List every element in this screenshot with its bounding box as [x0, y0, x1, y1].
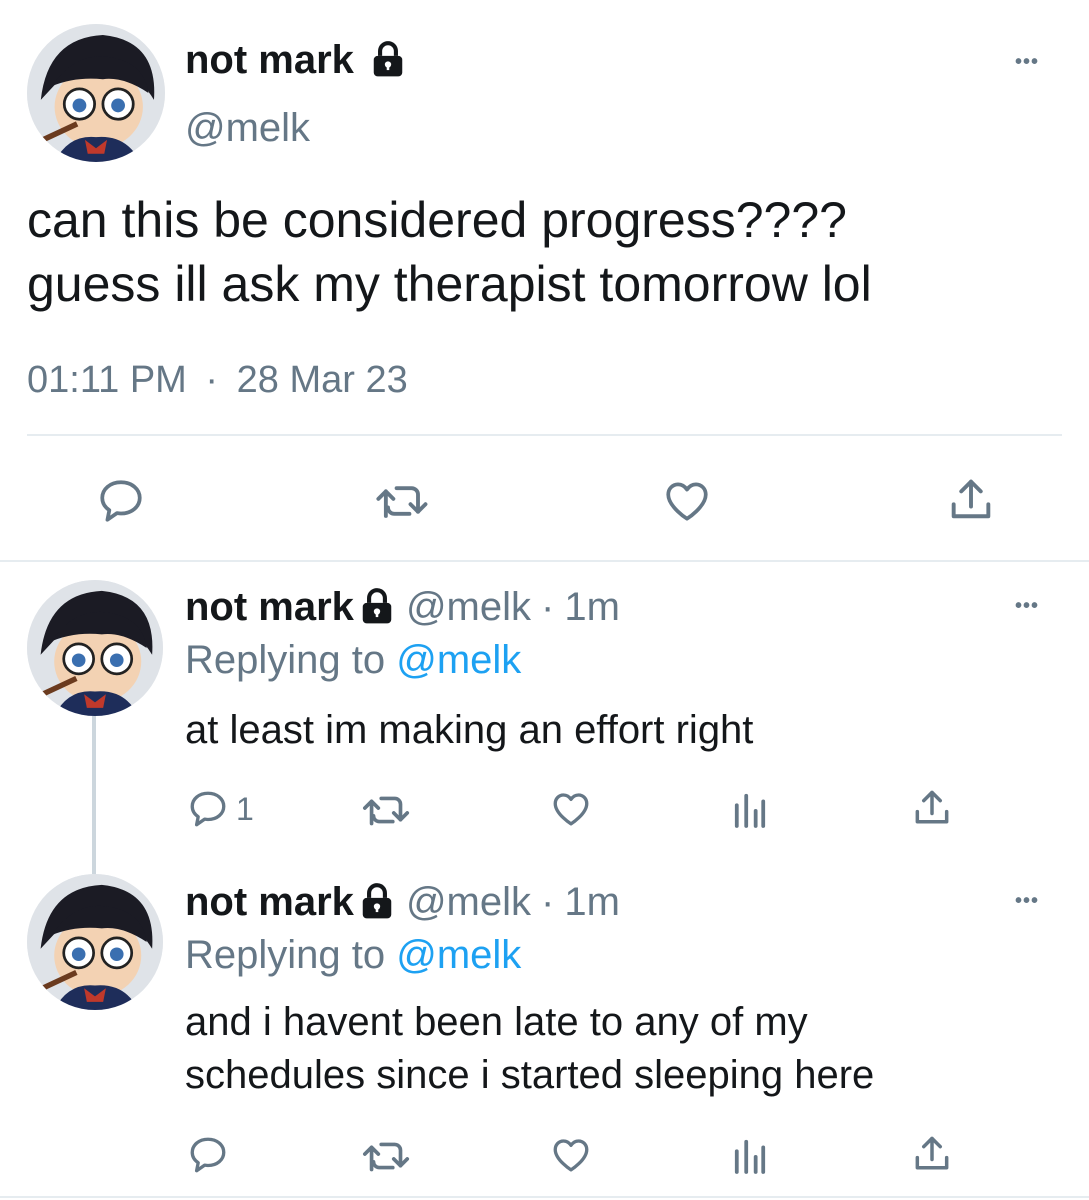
separator: ·	[541, 880, 555, 924]
avatar-image	[27, 580, 163, 716]
retweet-button[interactable]	[373, 478, 433, 524]
reply-header: not mark @melk · 1m	[185, 878, 620, 926]
timestamp[interactable]: 1m	[564, 880, 620, 924]
lock-icon	[362, 588, 392, 624]
retweet-icon	[362, 796, 410, 826]
tweet-text-line: can this be considered progress????	[27, 192, 847, 248]
more-icon[interactable]: •••	[1015, 52, 1039, 72]
share-icon	[951, 479, 991, 519]
reply-text-line: schedules since i started sleeping here	[185, 1053, 875, 1097]
thread-line	[92, 716, 96, 874]
share-button[interactable]	[910, 1132, 954, 1176]
separator: ·	[541, 585, 555, 629]
reply-button[interactable]: 1	[186, 788, 254, 830]
reply-button[interactable]	[95, 476, 147, 526]
handle[interactable]: @melk	[406, 880, 531, 924]
display-name[interactable]: not mark	[185, 36, 407, 84]
display-name-text: not mark	[185, 38, 354, 82]
avatar[interactable]	[27, 874, 163, 1010]
divider	[27, 434, 1062, 436]
reply-text: and i havent been late to any of my sche…	[185, 996, 874, 1102]
like-icon	[553, 1139, 589, 1172]
retweet-button[interactable]	[360, 790, 414, 830]
like-button[interactable]	[549, 1134, 593, 1176]
replying-to: Replying to @melk	[185, 636, 521, 684]
divider	[0, 1196, 1089, 1198]
like-icon	[666, 482, 708, 521]
avatar-image	[27, 24, 165, 162]
reply-icon	[100, 480, 142, 522]
display-name[interactable]: not mark	[185, 585, 354, 629]
like-button[interactable]	[661, 476, 713, 526]
handle[interactable]: @melk	[185, 104, 310, 152]
analytics-icon	[734, 793, 766, 828]
replying-to-label: Replying to	[185, 638, 386, 682]
avatar[interactable]	[27, 580, 163, 716]
reply-count: 1	[236, 790, 254, 827]
divider	[0, 560, 1089, 562]
like-button[interactable]	[549, 788, 593, 830]
reply-header: not mark @melk · 1m	[185, 583, 620, 631]
display-name[interactable]: not mark	[185, 880, 354, 924]
handle[interactable]: @melk	[406, 585, 531, 629]
timestamp-separator: ·	[205, 359, 219, 401]
tweet-text: can this be considered progress???? gues…	[27, 188, 872, 316]
tweet-text-line: guess ill ask my therapist tomorrow lol	[27, 256, 872, 312]
share-button[interactable]	[910, 786, 954, 830]
retweet-icon	[362, 1142, 410, 1172]
reply-text-line: and i havent been late to any of my	[185, 1000, 808, 1044]
share-button[interactable]	[945, 474, 997, 526]
lock-icon	[362, 883, 392, 919]
timestamp[interactable]: 01:11 PM · 28 Mar 23	[27, 357, 408, 403]
avatar-image	[27, 874, 163, 1010]
share-icon	[915, 790, 949, 824]
reply-text-line: at least im making an effort right	[185, 708, 754, 752]
reply-icon	[190, 791, 226, 827]
analytics-button[interactable]	[733, 1136, 767, 1174]
reply-icon	[190, 1137, 226, 1173]
share-icon	[915, 1136, 949, 1170]
analytics-icon	[734, 1139, 766, 1174]
retweet-icon	[376, 486, 428, 518]
replying-to-handle[interactable]: @melk	[396, 638, 521, 682]
reply-button[interactable]	[186, 1134, 230, 1176]
retweet-button[interactable]	[360, 1136, 414, 1176]
avatar[interactable]	[27, 24, 165, 162]
timestamp-time: 01:11 PM	[27, 359, 187, 401]
timestamp-date: 28 Mar 23	[236, 359, 408, 401]
replying-to-handle[interactable]: @melk	[396, 933, 521, 977]
like-icon	[553, 793, 589, 826]
replying-to: Replying to @melk	[185, 931, 521, 979]
more-icon[interactable]: •••	[1015, 891, 1039, 911]
timestamp[interactable]: 1m	[564, 585, 620, 629]
more-icon[interactable]: •••	[1015, 596, 1039, 616]
analytics-button[interactable]	[733, 790, 767, 828]
lock-icon	[373, 41, 403, 77]
replying-to-label: Replying to	[185, 933, 386, 977]
reply-text: at least im making an effort right	[185, 704, 753, 756]
